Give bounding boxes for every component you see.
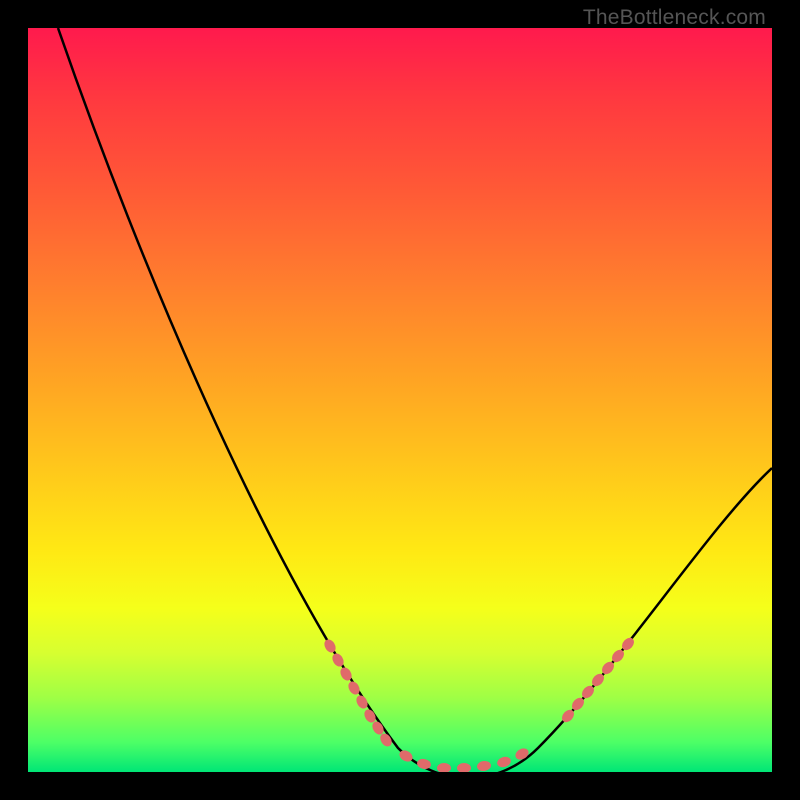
watermark-text: TheBottleneck.com xyxy=(583,6,766,30)
curve-svg xyxy=(28,28,772,772)
marker-cluster-left xyxy=(322,637,394,748)
plot-area xyxy=(28,28,772,772)
bottleneck-curve xyxy=(58,28,772,772)
chart-frame: TheBottleneck.com xyxy=(0,0,800,800)
marker-cluster-right xyxy=(560,635,637,724)
